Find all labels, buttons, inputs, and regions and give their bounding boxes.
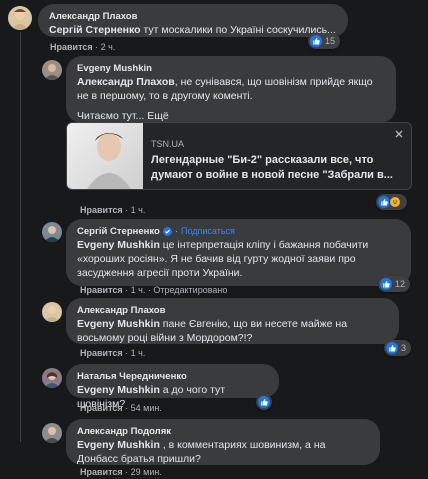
avatar[interactable] [42,302,62,322]
comment-author[interactable]: Evgeny Mushkin [77,62,385,75]
comment-actions: Нравится · 1 ч. [80,205,146,215]
comment-bubble: Александр Плахов Сергій Стерненко тут мо… [38,4,348,37]
edited-label: Отредактировано [153,285,228,295]
like-icon [310,35,322,47]
link-title[interactable]: Легендарные "Би-2" рассказали все, что д… [151,153,405,183]
author-name[interactable]: Сергій Стерненко [77,225,160,238]
comment-actions: Нравится · 29 мин. [80,467,162,477]
mention-link[interactable]: Evgeny Mushkin [77,318,160,330]
like-button[interactable]: Нравится [80,285,123,295]
avatar[interactable] [42,222,62,242]
like-button[interactable]: Нравится [80,467,123,477]
like-button[interactable]: Нравится [80,205,123,215]
reaction-count[interactable]: 15 [308,33,341,49]
comment-bubble: Александр Подоляк Evgeny Mushkin , в ком… [66,419,380,465]
haha-icon [389,196,401,208]
close-icon[interactable] [393,127,405,139]
like-button[interactable]: Нравится [50,42,93,52]
comment-author[interactable]: Александр Подоляк [77,425,369,438]
mention-link[interactable]: Александр Плахов [77,76,175,88]
avatar[interactable] [42,368,62,388]
thread-line [20,32,21,442]
reaction-count[interactable]: 12 [378,276,411,292]
comment-actions: Нравится · 2 ч. [50,42,116,52]
see-more-text[interactable]: Читаємо тут... Ещё [77,109,385,123]
reaction-count[interactable]: 3 [384,340,412,356]
like-icon [386,342,398,354]
like-icon [380,278,392,290]
mention-link[interactable]: Evgeny Mushkin [77,439,160,451]
reaction-count[interactable] [256,394,272,410]
mention-link[interactable]: Evgeny Mushkin [77,384,160,396]
like-button[interactable]: Нравится [80,403,123,413]
link-preview[interactable]: TSN.UA Легендарные "Би-2" рассказали все… [66,122,412,190]
avatar[interactable] [42,60,62,80]
comment-author[interactable]: Наталья Чередниченко [77,370,268,383]
reaction-number: 12 [395,279,406,289]
timestamp[interactable]: 2 ч. [101,42,116,52]
comment-actions: Нравится · 1 ч. · Отредактировано [80,285,228,295]
comment-author[interactable]: Александр Плахов [49,10,337,23]
reaction-count[interactable] [376,194,407,210]
reaction-number: 15 [325,36,336,46]
avatar[interactable] [42,423,62,443]
like-icon [258,396,270,408]
link-source: TSN.UA [151,139,185,149]
verified-badge-icon [162,227,172,236]
timestamp[interactable]: 29 мин. [131,467,162,477]
comment-bubble: Сергій Стерненко · Подписаться Evgeny Mu… [66,219,411,286]
timestamp[interactable]: 54 мин. [131,403,162,413]
timestamp[interactable]: 1 ч. [131,348,146,358]
like-button[interactable]: Нравится [80,348,123,358]
mention-link[interactable]: Evgeny Mushkin [77,239,160,251]
link-thumbnail [67,123,143,189]
comment-bubble: Александр Плахов Evgeny Mushkin пане Євг… [66,298,399,344]
subscribe-link[interactable]: Подписаться [181,225,235,238]
reaction-number: 3 [401,343,407,353]
timestamp[interactable]: 1 ч. [131,285,146,295]
comment-actions: Нравится · 1 ч. [80,348,146,358]
comment-author: Сергій Стерненко · Подписаться [77,225,235,238]
comment-author[interactable]: Александр Плахов [77,304,388,317]
timestamp[interactable]: 1 ч. [131,205,146,215]
comment-bubble: Наталья Чередниченко Evgeny Mushkin а до… [66,364,279,410]
comment-bubble: Evgeny Mushkin Александр Плахов, не суні… [66,56,396,123]
comment-text: тут москалики по Україні соскучились... [140,24,336,36]
comment-actions: Нравится · 54 мин. [80,403,162,413]
avatar[interactable] [8,6,32,30]
mention-link[interactable]: Сергій Стерненко [49,24,141,36]
